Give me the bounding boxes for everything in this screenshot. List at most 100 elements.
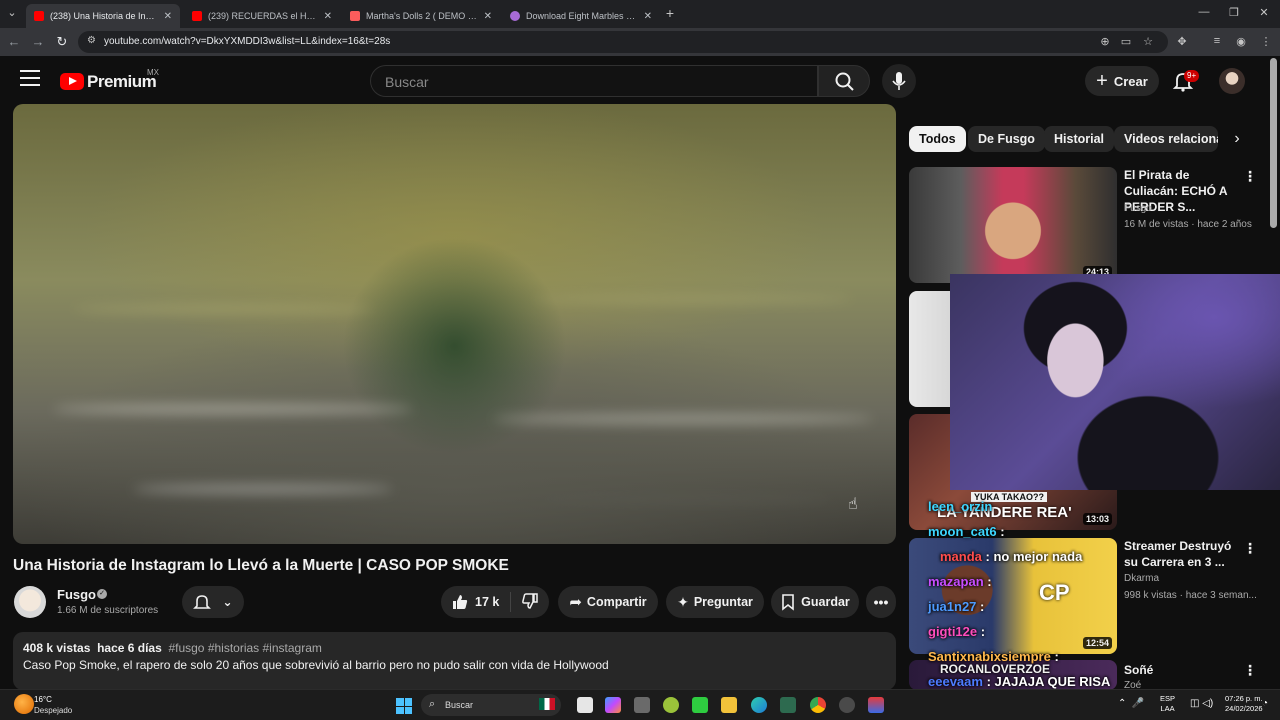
copilot-icon[interactable] — [605, 697, 621, 713]
bell-icon — [193, 595, 212, 609]
video-duration: 12:54 — [1082, 637, 1112, 649]
video-title: Una Historia de Instagram lo Llevó a la … — [13, 557, 509, 574]
save-button[interactable]: Guardar — [771, 586, 859, 618]
close-tab-icon[interactable]: ✕ — [324, 11, 332, 22]
page-scrollbar[interactable] — [1270, 58, 1277, 228]
chrome-icon[interactable] — [810, 697, 826, 713]
channel-avatar[interactable] — [14, 586, 46, 618]
view-count: 408 k vistas — [23, 641, 91, 655]
tab-label: Download Eight Marbles MEGA — [526, 11, 638, 21]
zoom-icon[interactable]: ⊕ — [1098, 35, 1112, 48]
browser-tab-4[interactable]: Download Eight Marbles MEGA ✕ — [502, 4, 660, 28]
chip-history[interactable]: Historial — [1044, 126, 1115, 152]
tab-list-icon[interactable]: ⌄ — [4, 6, 20, 19]
chevron-down-icon: ⌄ — [222, 595, 233, 609]
forward-icon[interactable]: → — [30, 34, 46, 49]
voice-search-button[interactable] — [882, 64, 916, 98]
chevron-right-icon[interactable]: › — [1226, 126, 1248, 152]
more-vertical-icon[interactable]: ⋮ — [1243, 662, 1257, 679]
channel-name[interactable]: Fusgo — [57, 587, 96, 602]
recommendation-meta: 16 M de vistas · hace 2 años — [1124, 219, 1252, 230]
recommendation-title[interactable]: Streamer Destruyó su Carrera en 3 ... — [1124, 538, 1236, 570]
app-icon[interactable] — [868, 697, 884, 713]
back-icon[interactable]: ← — [6, 34, 22, 49]
recommendation-thumbnail[interactable]: 24:13 — [909, 167, 1117, 283]
tab-label: Martha's Dolls 2 ( DEMO ) by A — [366, 11, 478, 21]
verified-check-icon: ✓ — [97, 589, 107, 599]
clock-time: 07:26 p. m. — [1225, 694, 1263, 703]
start-windows-icon[interactable] — [396, 698, 412, 714]
store-icon[interactable] — [634, 697, 650, 713]
video-duration: 13:03 — [1082, 513, 1112, 525]
sparkle-icon: ✦ — [677, 593, 689, 610]
recommendation-channel[interactable]: Fusgo — [1124, 203, 1152, 214]
more-vertical-icon[interactable]: ⋮ — [1243, 540, 1257, 557]
chip-all[interactable]: Todos — [909, 126, 966, 152]
bookmark-star-icon[interactable]: ☆ — [1141, 35, 1155, 48]
share-button[interactable]: ➦ Compartir — [558, 586, 658, 618]
reading-list-icon[interactable]: ≡ — [1210, 35, 1224, 47]
recommendation-channel[interactable]: Dkarma — [1124, 573, 1159, 584]
recommendation-title[interactable]: Soñé — [1124, 662, 1236, 678]
close-tab-icon[interactable]: ✕ — [484, 11, 492, 22]
more-actions-button[interactable]: ••• — [866, 586, 896, 618]
hashtags[interactable]: #fusgo #historias #instagram — [168, 641, 321, 655]
new-tab-button[interactable]: + — [662, 5, 678, 21]
menu-icon[interactable] — [20, 70, 40, 88]
chip-related[interactable]: Videos relaciona — [1114, 126, 1218, 152]
save-label: Guardar — [801, 595, 850, 609]
close-tab-icon[interactable]: ✕ — [164, 11, 172, 22]
user-avatar[interactable] — [1219, 68, 1245, 94]
profile-icon[interactable]: ◉ — [1234, 35, 1248, 48]
browser-tab-2[interactable]: (239) RECUERDAS el HERMANO ✕ — [184, 4, 340, 28]
url-field[interactable]: ⚙ youtube.com/watch?v=DkxYXMDDI3w&list=L… — [78, 31, 1168, 53]
excel-icon[interactable] — [780, 697, 796, 713]
app-icon[interactable] — [692, 697, 708, 713]
extensions-icon[interactable]: ✥ — [1175, 35, 1189, 48]
clock[interactable]: 07:26 p. m. 24/02/2026 — [1225, 694, 1263, 714]
task-view-icon[interactable] — [577, 697, 593, 713]
weather-icon[interactable] — [14, 694, 34, 714]
tray-icons[interactable]: ⌃ 🎤 — [1118, 698, 1144, 709]
app-icon[interactable] — [663, 697, 679, 713]
description-box[interactable]: 408 k vistas hace 6 días #fusgo #histori… — [13, 632, 896, 690]
browser-tab-bar: ⌄ (238) Una Historia de Instagram ✕ (239… — [0, 0, 1280, 28]
site-info-icon[interactable]: ⚙ — [87, 35, 96, 46]
more-horizontal-icon: ••• — [873, 594, 889, 610]
app-icon[interactable] — [839, 697, 855, 713]
thumbs-down-icon — [522, 592, 538, 609]
browser-tab-3[interactable]: Martha's Dolls 2 ( DEMO ) by A ✕ — [342, 4, 500, 28]
tab-label: (238) Una Historia de Instagram — [50, 11, 158, 21]
language-indicator[interactable]: ESP LAA — [1160, 694, 1175, 714]
create-label: Crear — [1113, 73, 1148, 89]
ask-button[interactable]: ✦ Preguntar — [666, 586, 764, 618]
more-vertical-icon[interactable]: ⋮ — [1243, 168, 1257, 185]
weather-description: Despejado — [34, 706, 73, 715]
close-tab-icon[interactable]: ✕ — [644, 11, 652, 22]
like-button[interactable]: 17 k — [441, 592, 511, 612]
youtube-logo-icon[interactable] — [60, 73, 84, 90]
reload-icon[interactable]: ↻ — [54, 34, 70, 50]
video-player[interactable] — [13, 104, 896, 544]
close-window-icon[interactable]: ✕ — [1256, 6, 1272, 19]
search-input[interactable]: Buscar — [370, 65, 818, 97]
file-explorer-icon[interactable] — [721, 697, 737, 713]
chip-from-channel[interactable]: De Fusgo — [968, 126, 1045, 152]
dislike-button[interactable] — [511, 592, 539, 613]
chat-message: eeevaam : JAJAJA QUE RISA — [928, 674, 1111, 689]
subscription-bell-button[interactable]: ⌄ — [182, 586, 244, 618]
brand-label[interactable]: Premium — [87, 72, 157, 92]
microphone-icon — [892, 72, 906, 90]
recommendation-meta: 998 k vistas · hace 3 seman... — [1124, 590, 1256, 601]
browser-tab-1[interactable]: (238) Una Historia de Instagram ✕ — [26, 4, 180, 28]
restore-icon[interactable]: ❐ — [1226, 6, 1242, 19]
browser-menu-icon[interactable]: ⋮ — [1259, 35, 1273, 48]
taskbar-search[interactable]: ⌕ Buscar — [421, 694, 561, 716]
search-button[interactable] — [818, 65, 870, 97]
minimize-icon[interactable]: — — [1196, 6, 1212, 18]
edge-icon[interactable] — [751, 697, 767, 713]
network-volume-icons[interactable]: ◫ ◁) — [1190, 698, 1213, 709]
notifications-icon[interactable]: ◔ — [1262, 698, 1268, 709]
cast-icon[interactable]: ▭ — [1119, 35, 1133, 48]
create-button[interactable]: + Crear — [1085, 66, 1159, 96]
